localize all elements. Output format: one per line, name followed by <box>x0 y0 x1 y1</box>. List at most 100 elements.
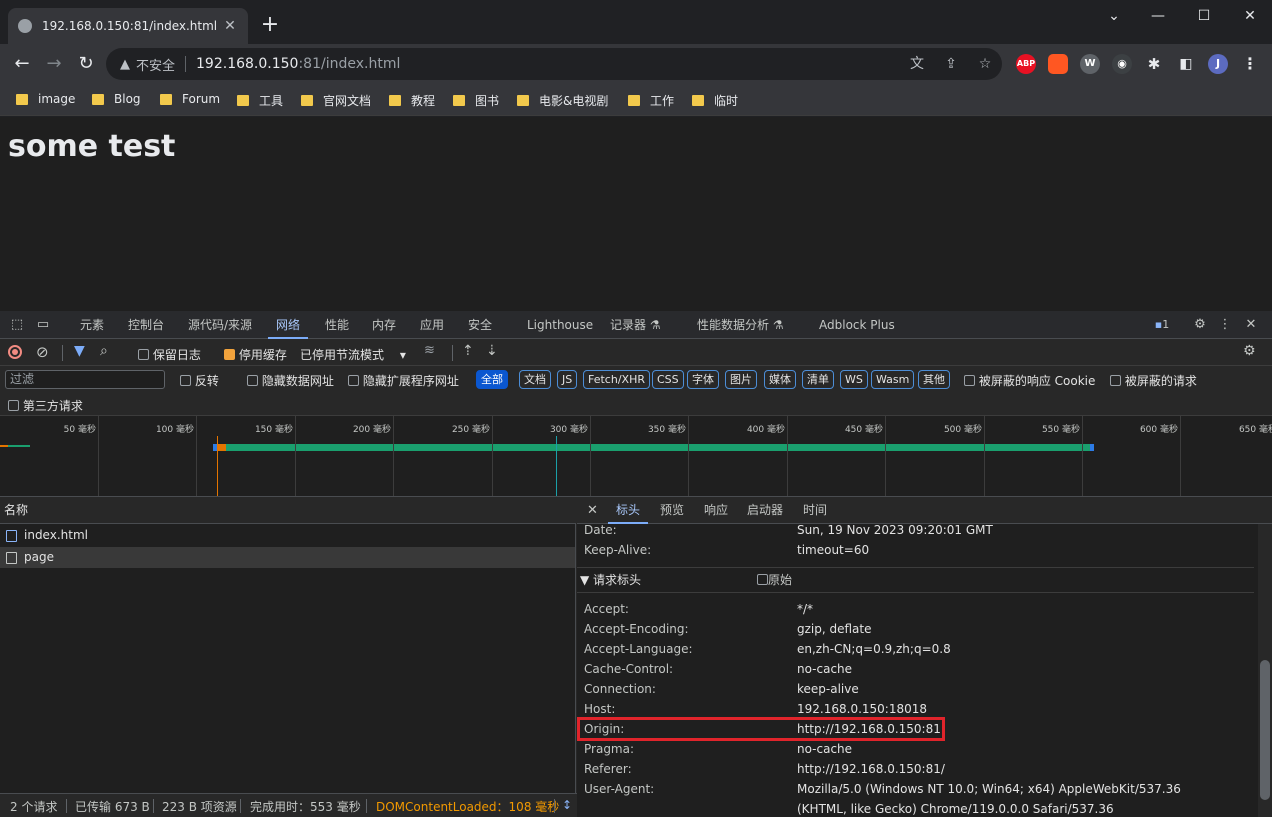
type-filter-doc[interactable]: 文档 <box>519 370 551 389</box>
request-headers-section[interactable]: ▼ 请求标头 原始 <box>577 567 1254 593</box>
preserve-log-checkbox[interactable]: 保留日志 <box>138 346 201 363</box>
url-host[interactable]: 192.168.0.150 <box>196 56 298 72</box>
bookmark-folder[interactable]: image <box>16 92 75 106</box>
devtools-tab-elements[interactable]: 元素 <box>80 311 104 339</box>
third-party-checkbox[interactable]: 第三方请求 <box>8 397 83 414</box>
bookmark-folder[interactable]: 工作 <box>628 92 674 109</box>
devtools-tab-recorder[interactable]: 记录器 ⚗ <box>610 311 661 339</box>
extensions-puzzle-icon[interactable]: ✱ <box>1144 54 1164 74</box>
raw-checkbox[interactable]: 原始 <box>757 568 792 592</box>
type-filter-ws[interactable]: WS <box>840 370 868 389</box>
type-filter-wasm[interactable]: Wasm <box>871 370 915 389</box>
devtools-tab-lighthouse[interactable]: Lighthouse <box>527 311 593 339</box>
forward-button[interactable]: → <box>42 52 66 76</box>
profile-avatar[interactable]: J <box>1208 54 1228 74</box>
address-bar[interactable]: ▲ 不安全 192.168.0.150 :81/index.html 文 ⇪ ☆ <box>106 48 1002 80</box>
detail-scrollbar[interactable] <box>1258 524 1272 817</box>
type-filter-all[interactable]: 全部 <box>476 370 508 389</box>
column-header-name[interactable]: 名称 <box>0 497 576 524</box>
translate-icon[interactable]: 文 <box>908 54 926 74</box>
request-headers-title[interactable]: ▼ 请求标头 <box>580 568 641 592</box>
network-settings-gear-icon[interactable]: ⚙ <box>1243 343 1256 359</box>
close-devtools-icon[interactable]: ✕ <box>1242 316 1260 334</box>
type-filter-img[interactable]: 图片 <box>725 370 757 389</box>
url-path[interactable]: :81/index.html <box>298 56 400 72</box>
type-filter-manifest[interactable]: 清单 <box>802 370 834 389</box>
bookmark-folder[interactable]: 电影&电视剧 <box>517 92 608 109</box>
adblock-plus-icon[interactable]: ABP <box>1016 54 1036 74</box>
disable-cache-checkbox[interactable]: 停用缓存 <box>224 346 287 363</box>
checkbox-box[interactable] <box>1110 375 1121 386</box>
search-icon[interactable]: ⌕ <box>100 343 108 359</box>
browser-tab[interactable]: 192.168.0.150:81/index.html ✕ <box>8 8 248 44</box>
checkbox-box[interactable] <box>247 375 258 386</box>
more-options-icon[interactable]: ⋮ <box>1216 316 1234 334</box>
security-label[interactable]: 不安全 <box>136 55 175 74</box>
bookmark-folder[interactable]: 图书 <box>453 92 499 109</box>
devtools-tab-performance-insights[interactable]: 性能数据分析 ⚗ <box>697 311 784 339</box>
devtools-tab-memory[interactable]: 内存 <box>372 311 396 339</box>
network-conditions-icon[interactable]: ≋ <box>424 343 435 358</box>
side-panel-icon[interactable]: ◧ <box>1176 54 1196 74</box>
invert-checkbox[interactable]: 反转 <box>180 372 219 389</box>
hide-data-urls-checkbox[interactable]: 隐藏数据网址 <box>247 372 334 389</box>
export-har-icon[interactable]: ⇣ <box>486 343 498 359</box>
inspect-element-icon[interactable]: ⬚ <box>8 316 26 334</box>
warning-icon[interactable]: ▲ <box>120 57 130 72</box>
close-window-button[interactable]: ✕ <box>1230 4 1270 28</box>
scrollbar-thumb[interactable] <box>1260 660 1270 800</box>
settings-gear-icon[interactable]: ⚙ <box>1191 316 1209 334</box>
star-icon[interactable]: ☆ <box>976 54 994 74</box>
devtools-tab-application[interactable]: 应用 <box>420 311 444 339</box>
tab-search-chevron-icon[interactable]: ⌄ <box>1094 4 1134 28</box>
filter-funnel-icon[interactable]: ▼ <box>74 343 85 359</box>
type-filter-font[interactable]: 字体 <box>687 370 719 389</box>
request-row[interactable]: index.html <box>0 525 575 546</box>
reload-button[interactable]: ↻ <box>74 52 98 76</box>
maximize-button[interactable]: ☐ <box>1184 4 1224 28</box>
new-tab-button[interactable]: + <box>258 10 282 40</box>
issues-counter[interactable]: ▪1 <box>1150 316 1174 334</box>
devtools-tab-network[interactable]: 网络 <box>267 311 309 339</box>
type-filter-css[interactable]: CSS <box>652 370 684 389</box>
extension-w-icon[interactable]: W <box>1080 54 1100 74</box>
extension-orange-icon[interactable] <box>1048 54 1068 74</box>
type-filter-media[interactable]: 媒体 <box>764 370 796 389</box>
bookmark-folder[interactable]: Forum <box>160 92 220 106</box>
devtools-tab-performance[interactable]: 性能 <box>325 311 349 339</box>
bookmark-folder[interactable]: 工具 <box>237 92 283 109</box>
bookmark-folder[interactable]: 教程 <box>389 92 435 109</box>
hide-extension-urls-checkbox[interactable]: 隐藏扩展程序网址 <box>348 372 459 389</box>
device-toolbar-icon[interactable]: ▭ <box>34 316 52 334</box>
minimize-button[interactable]: — <box>1138 4 1178 28</box>
checkbox-box[interactable] <box>348 375 359 386</box>
devtools-tab-console[interactable]: 控制台 <box>128 311 164 339</box>
filter-input[interactable]: 过滤 <box>5 370 165 389</box>
bookmark-folder[interactable]: Blog <box>92 92 141 106</box>
checkbox-box[interactable] <box>8 400 19 411</box>
checkbox-box[interactable] <box>964 375 975 386</box>
share-icon[interactable]: ⇪ <box>942 54 960 74</box>
network-overview-timeline[interactable]: 50 毫秒 100 毫秒 150 毫秒 200 毫秒 250 毫秒 300 毫秒 350 毫… <box>0 416 1272 497</box>
type-filter-other[interactable]: 其他 <box>918 370 950 389</box>
import-har-icon[interactable]: ⇡ <box>462 343 474 359</box>
checkbox-box-checked[interactable] <box>224 349 235 360</box>
clear-icon[interactable]: ⊘ <box>36 343 49 361</box>
bookmark-folder[interactable]: 官网文档 <box>301 92 371 109</box>
extension-eyes-icon[interactable]: ◉ <box>1112 54 1132 74</box>
type-filter-fetch-xhr[interactable]: Fetch/XHR <box>583 370 650 389</box>
record-stop-icon[interactable] <box>8 345 22 359</box>
checkbox-box[interactable] <box>138 349 149 360</box>
checkbox-box[interactable] <box>180 375 191 386</box>
blocked-requests-checkbox[interactable]: 被屏蔽的请求 <box>1110 372 1197 389</box>
type-filter-js[interactable]: JS <box>557 370 578 389</box>
tab-close-icon[interactable]: ✕ <box>222 18 238 34</box>
browser-menu-icon[interactable]: ⋮ <box>1240 54 1260 74</box>
checkbox-box[interactable] <box>757 574 768 585</box>
blocked-cookies-checkbox[interactable]: 被屏蔽的响应 Cookie <box>964 372 1095 389</box>
back-button[interactable]: ← <box>10 52 34 76</box>
devtools-tab-adblock-plus[interactable]: Adblock Plus <box>819 311 895 339</box>
request-row-selected[interactable]: page <box>0 547 575 568</box>
bookmark-folder[interactable]: 临时 <box>692 92 738 109</box>
devtools-tab-security[interactable]: 安全 <box>468 311 492 339</box>
